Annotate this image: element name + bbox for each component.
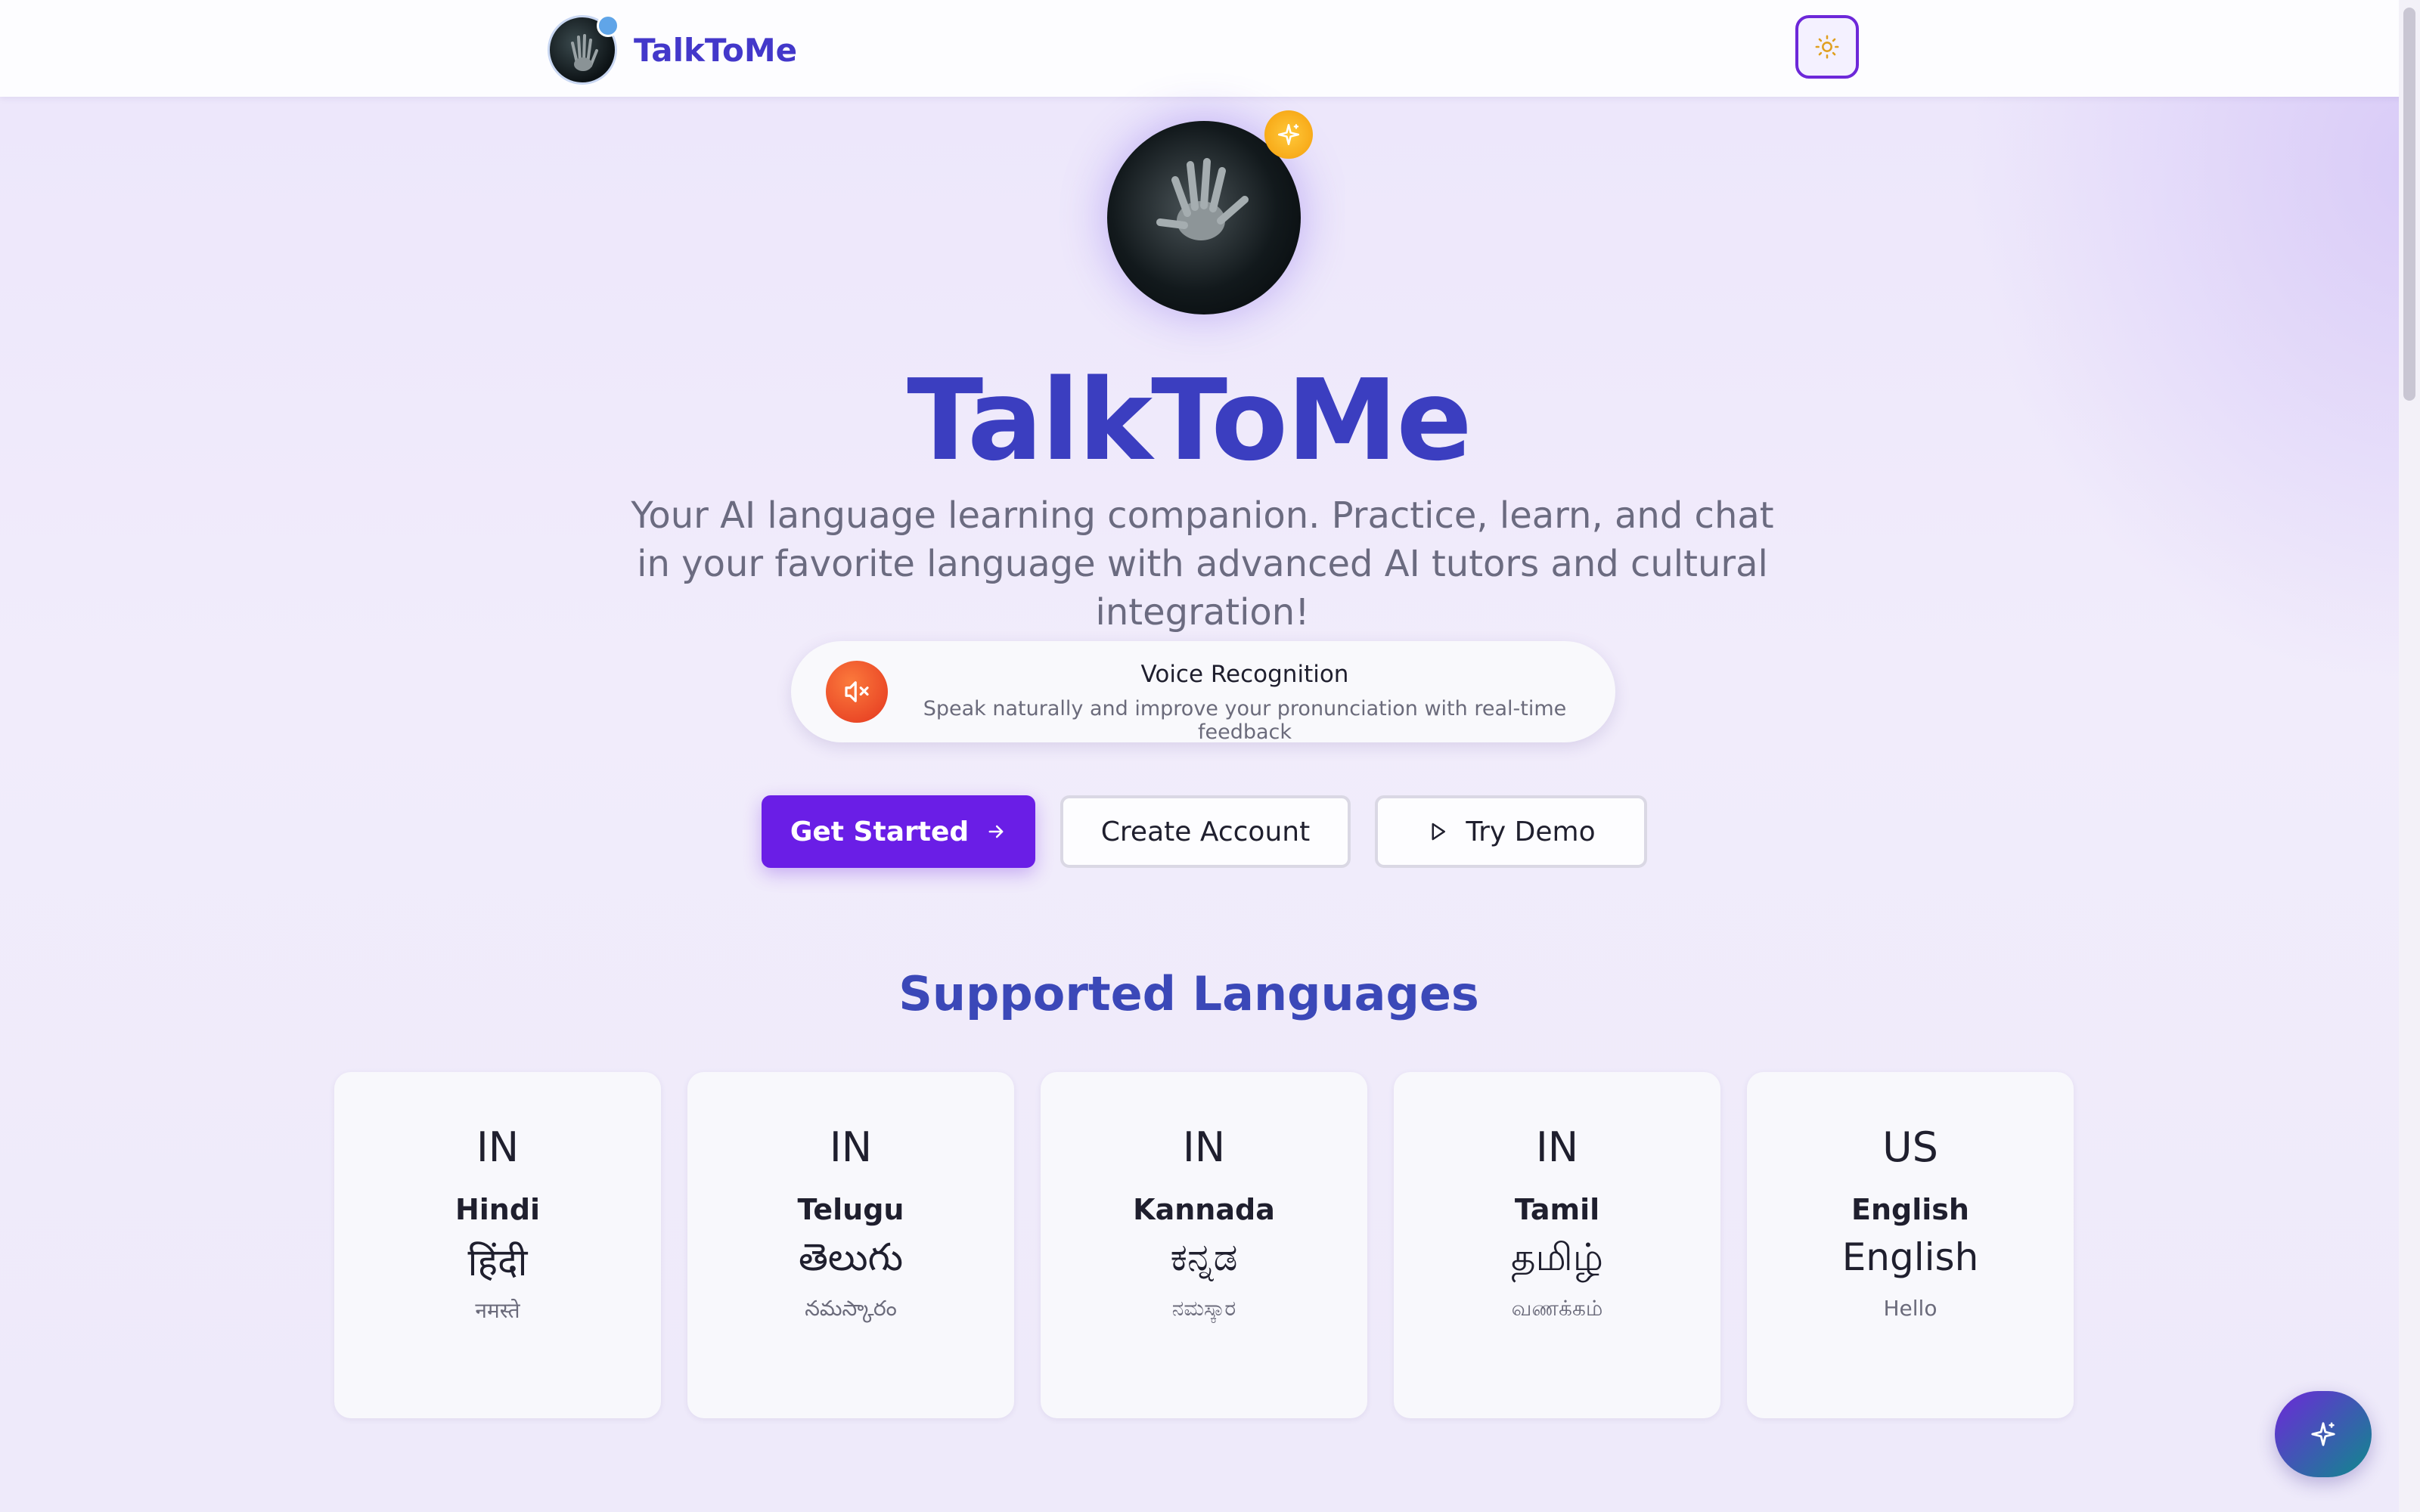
language-greeting: வணக்கம் (1511, 1296, 1603, 1321)
sparkles-icon (1277, 123, 1300, 146)
arrow-right-icon (988, 825, 1004, 838)
language-native-name: తెలుగు (798, 1235, 904, 1279)
get-started-button[interactable]: Get Started (762, 795, 1035, 868)
top-navigation-bar: TalkToMe (0, 0, 2420, 97)
hero-title: TalkToMe (907, 355, 1472, 485)
language-name: Hindi (455, 1193, 541, 1226)
language-greeting: नमस्ते (475, 1298, 520, 1323)
language-card-tamil[interactable]: IN Tamil தமிழ் வணக்கம் (1394, 1072, 1720, 1418)
language-name: Telugu (797, 1193, 904, 1226)
language-native-name: English (1841, 1235, 1979, 1279)
language-name: Tamil (1514, 1193, 1600, 1226)
language-greeting: ನಮಸ್ಕಾರ (1171, 1296, 1236, 1321)
brand-logo-avatar (548, 14, 619, 85)
language-country-code: IN (1535, 1123, 1579, 1171)
language-card-telugu[interactable]: IN Telugu తెలుగు నమస్కారం (687, 1072, 1014, 1418)
language-card-kannada[interactable]: IN Kannada ಕನ್ನಡ ನಮಸ್ಕಾರ (1041, 1072, 1367, 1418)
language-country-code: US (1882, 1123, 1938, 1171)
language-native-name: தமிழ் (1510, 1235, 1604, 1279)
play-icon (1432, 823, 1446, 841)
language-country-code: IN (476, 1123, 520, 1171)
try-demo-button[interactable]: Try Demo (1375, 795, 1647, 868)
sparkles-icon (2311, 1422, 2335, 1446)
language-native-name: हिंदी (467, 1241, 528, 1284)
language-name: Kannada (1133, 1193, 1275, 1226)
theme-toggle-button[interactable] (1795, 15, 1859, 79)
voice-recognition-card[interactable]: Voice Recognition Speak naturally and im… (791, 641, 1615, 744)
scrollbar-thumb[interactable] (2403, 8, 2415, 401)
get-started-label: Get Started (790, 816, 970, 847)
ai-assistant-button[interactable] (2275, 1391, 2372, 1477)
language-native-name: ಕನ್ನಡ (1170, 1235, 1238, 1279)
language-name: English (1851, 1193, 1969, 1226)
feature-title: Voice Recognition (1140, 661, 1349, 688)
online-status-dot (597, 14, 619, 37)
language-greeting: Hello (1883, 1296, 1938, 1321)
language-greeting: నమస్కారం (805, 1296, 897, 1321)
try-demo-label: Try Demo (1466, 816, 1596, 847)
create-account-button[interactable]: Create Account (1060, 795, 1351, 868)
language-card-english[interactable]: US English English Hello (1747, 1072, 2074, 1418)
language-country-code: IN (829, 1123, 873, 1171)
sparkles-badge (1264, 110, 1313, 159)
hero-subtitle: Your AI language learning companion. Pra… (631, 494, 1774, 634)
create-account-label: Create Account (1100, 816, 1311, 847)
brand[interactable]: TalkToMe (548, 14, 798, 85)
supported-languages-title: Supported Languages (898, 966, 1479, 1021)
sun-icon (1815, 35, 1839, 59)
mute-voice-button[interactable] (826, 661, 888, 723)
language-card-hindi[interactable]: IN Hindi हिंदी नमस्ते (334, 1072, 661, 1418)
brand-name: TalkToMe (634, 31, 798, 69)
language-country-code: IN (1182, 1123, 1226, 1171)
feature-description: Speak naturally and improve your pronunc… (923, 697, 1567, 744)
page-scrollbar[interactable] (2399, 0, 2420, 1512)
speaker-muted-icon (845, 681, 869, 702)
